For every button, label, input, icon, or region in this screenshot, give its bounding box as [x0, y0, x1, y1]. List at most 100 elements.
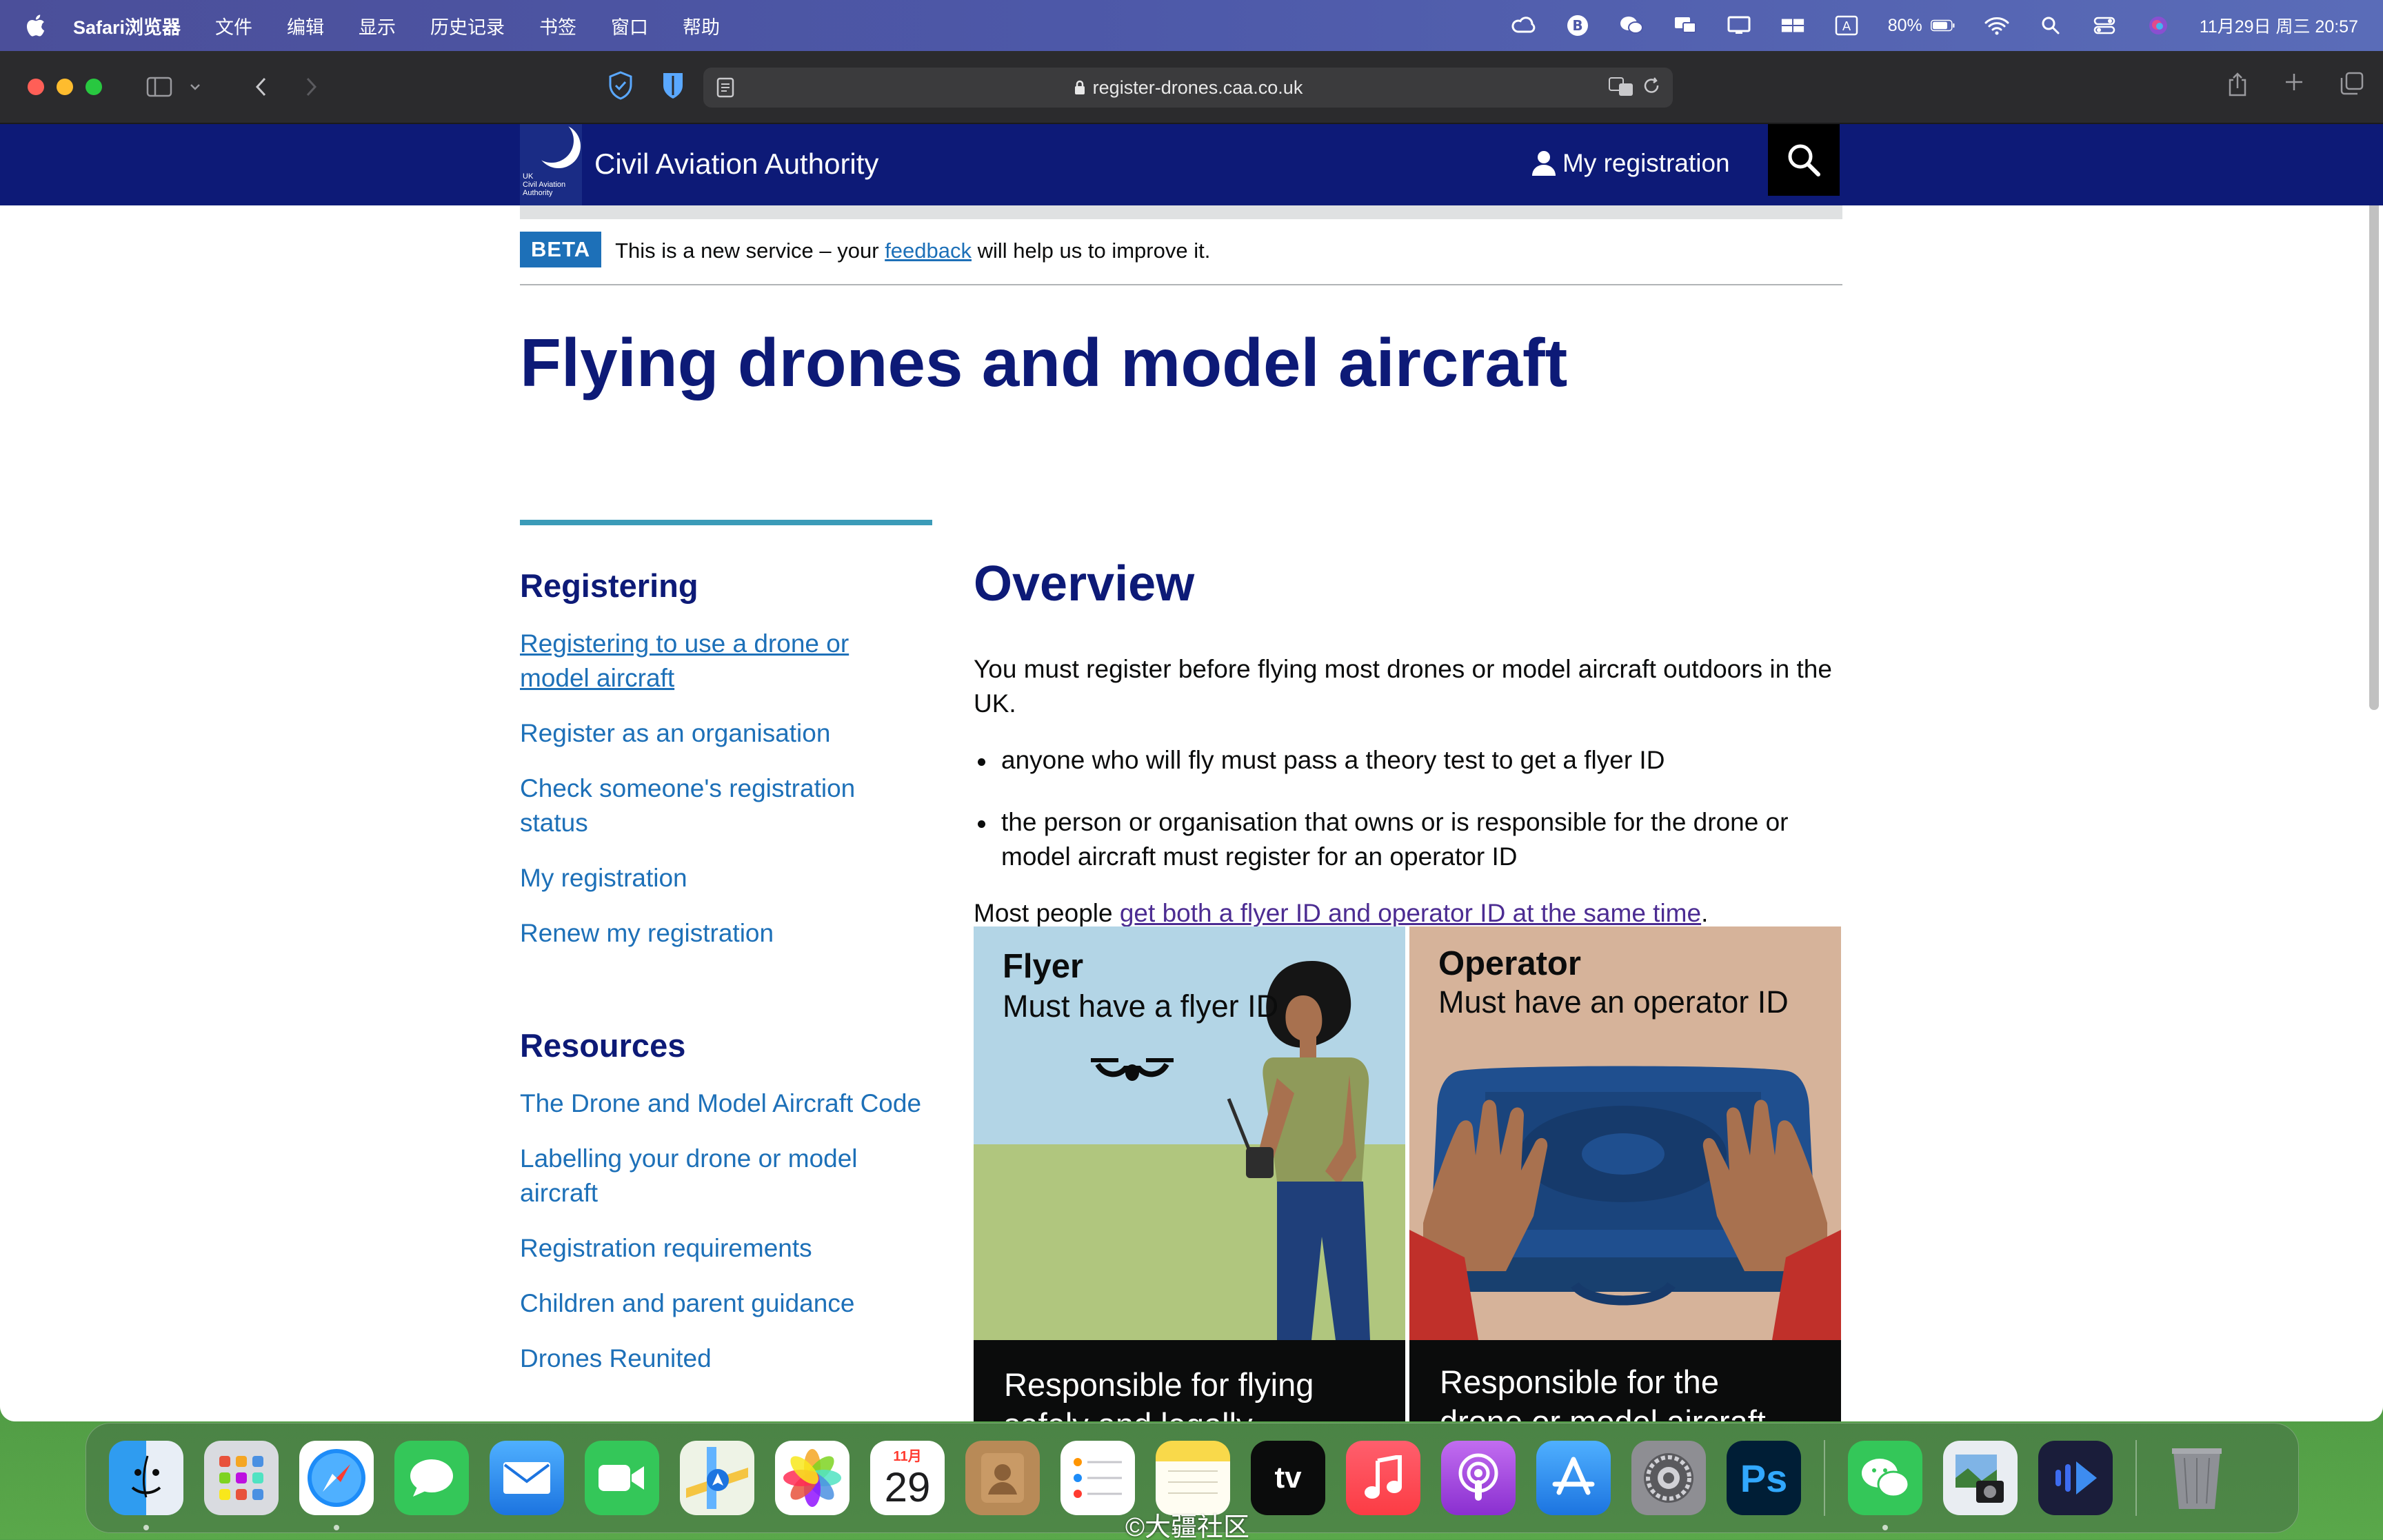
forward-icon[interactable]: [295, 71, 327, 103]
requirements-list: anyone who will fly must pass a theory t…: [974, 743, 1842, 874]
battery-percent: 80%: [1887, 15, 1922, 35]
sidebar-link-children-guidance[interactable]: Children and parent guidance: [520, 1286, 906, 1321]
wifi-icon[interactable]: [1984, 15, 2009, 36]
system-settings-icon[interactable]: [1631, 1441, 1706, 1515]
page-scrollbar[interactable]: [2369, 130, 2379, 710]
url-text: register-drones.caa.co.uk: [1092, 77, 1303, 98]
finder-icon[interactable]: [109, 1441, 183, 1530]
menu-edit[interactable]: 编辑: [287, 12, 324, 39]
wechat-icon[interactable]: [1848, 1441, 1922, 1530]
sidebar-nav: Registering Registering to use a drone o…: [520, 520, 932, 1397]
sidebar-link-check-status[interactable]: Check someone's registration status: [520, 771, 906, 840]
menu-app-name[interactable]: Safari浏览器: [73, 12, 181, 39]
sidebar-link-drone-code[interactable]: The Drone and Model Aircraft Code: [520, 1086, 934, 1121]
operator-title: Operator: [1438, 945, 1581, 982]
wechat-status-icon[interactable]: [1619, 15, 1644, 36]
drone-icon: [1091, 1058, 1174, 1081]
user-icon: [1532, 151, 1556, 176]
input-source-icon[interactable]: A: [1834, 15, 1859, 36]
battery-icon[interactable]: [1930, 15, 1955, 36]
address-bar[interactable]: register-drones.caa.co.uk: [703, 68, 1673, 108]
operator-card: Operator Must have an operator ID Respon…: [1409, 926, 1841, 1421]
app-store-icon[interactable]: [1536, 1441, 1611, 1515]
feedback-link[interactable]: feedback: [885, 239, 972, 263]
video-player-icon[interactable]: [2038, 1441, 2113, 1515]
menu-clock[interactable]: 11月29日 周三 20:57: [2200, 13, 2358, 38]
search-button[interactable]: [1768, 124, 1840, 196]
menu-help[interactable]: 帮助: [683, 12, 720, 39]
menu-view[interactable]: 显示: [359, 12, 396, 39]
sidebar-link-renew[interactable]: Renew my registration: [520, 916, 906, 951]
trash-icon[interactable]: [2160, 1441, 2234, 1515]
calendar-day: 29: [884, 1464, 931, 1510]
translate-icon[interactable]: [1608, 76, 1634, 98]
reload-icon[interactable]: [1642, 76, 1662, 98]
list-item: the person or organisation that owns or …: [974, 805, 1842, 874]
beta-banner: BETA This is a new service – your feedba…: [520, 232, 1842, 285]
back-icon[interactable]: [245, 71, 277, 103]
flyer-subtitle: Must have a flyer ID: [1003, 989, 1279, 1024]
reminders-icon[interactable]: [1060, 1441, 1135, 1515]
calendar-month: 11月: [893, 1449, 922, 1464]
get-both-ids-link[interactable]: get both a flyer ID and operator ID at t…: [1120, 899, 1701, 927]
share-icon[interactable]: [2227, 72, 2248, 98]
spotlight-search-icon[interactable]: [2038, 15, 2063, 36]
music-icon[interactable]: [1346, 1441, 1420, 1515]
safari-toolbar: register-drones.caa.co.uk: [0, 51, 2383, 124]
sidebar-link-register-organisation[interactable]: Register as an organisation: [520, 716, 906, 751]
siri-icon[interactable]: [2146, 15, 2171, 36]
most-people-paragraph: Most people get both a flyer ID and oper…: [974, 899, 1709, 927]
new-tab-icon[interactable]: [2284, 72, 2304, 92]
sidebar-link-requirements[interactable]: Registration requirements: [520, 1231, 906, 1266]
tab-group-chevron-icon[interactable]: [179, 71, 211, 103]
menu-bookmarks[interactable]: 书签: [539, 12, 576, 39]
sidebar-link-labelling[interactable]: Labelling your drone or model aircraft: [520, 1142, 906, 1210]
menu-window[interactable]: 窗口: [611, 12, 648, 39]
contacts-icon[interactable]: [965, 1441, 1040, 1515]
reader-mode-icon[interactable]: [716, 77, 735, 98]
sidebar-link-my-registration[interactable]: My registration: [520, 861, 906, 895]
stage-manager-icon[interactable]: [1780, 15, 1805, 36]
control-center-icon[interactable]: [2092, 15, 2117, 36]
sidebar-link-registering[interactable]: Registering to use a drone or model airc…: [520, 627, 906, 696]
site-title[interactable]: Civil Aviation Authority: [594, 148, 878, 181]
caa-logo[interactable]: UK Civil Aviation Authority: [520, 124, 582, 205]
display-sync-icon[interactable]: [1673, 15, 1698, 36]
zoom-window-button[interactable]: [86, 79, 102, 95]
notes-icon[interactable]: [1156, 1441, 1230, 1515]
safari-icon[interactable]: [299, 1441, 374, 1530]
podcasts-icon[interactable]: [1441, 1441, 1516, 1515]
apple-tv-icon[interactable]: tv: [1251, 1441, 1325, 1515]
header-divider: [520, 205, 1842, 219]
beta-tag: BETA: [520, 232, 602, 267]
facetime-icon[interactable]: [585, 1441, 659, 1515]
main-content: Overview You must register before flying…: [974, 556, 1842, 931]
preview-icon[interactable]: [1943, 1441, 2018, 1515]
launchpad-icon[interactable]: [204, 1441, 279, 1515]
privacy-report-icon[interactable]: [607, 70, 634, 101]
sidebar-link-drones-reunited[interactable]: Drones Reunited: [520, 1341, 906, 1376]
b-app-icon[interactable]: B: [1565, 15, 1590, 36]
maps-icon[interactable]: [680, 1441, 754, 1515]
my-registration-link[interactable]: My registration: [1531, 149, 1730, 178]
bitwarden-extension-icon[interactable]: [661, 70, 685, 101]
photos-icon[interactable]: [775, 1441, 849, 1515]
close-window-button[interactable]: [28, 79, 44, 95]
menu-history[interactable]: 历史记录: [430, 12, 505, 39]
calendar-icon[interactable]: 11月 29: [870, 1441, 945, 1515]
ps-label: Ps: [1740, 1456, 1788, 1500]
photoshop-icon[interactable]: Ps: [1727, 1441, 1801, 1515]
menu-file[interactable]: 文件: [215, 12, 252, 39]
resources-heading: Resources: [520, 1027, 686, 1064]
screen-mirroring-icon[interactable]: [1727, 15, 1751, 36]
sidebar-toggle-icon[interactable]: [143, 71, 175, 103]
toolbar-right-group: [2227, 72, 2364, 98]
messages-icon[interactable]: [394, 1441, 469, 1515]
flyer-operator-illustration: Flyer Must have a flyer ID Responsible f…: [974, 926, 1841, 1421]
creative-cloud-icon[interactable]: [1511, 15, 1536, 36]
apple-menu-icon[interactable]: [25, 14, 46, 37]
tab-overview-icon[interactable]: [2340, 72, 2364, 95]
mail-icon[interactable]: [490, 1441, 564, 1515]
beta-message: This is a new service – your feedback wi…: [615, 239, 1211, 263]
minimize-window-button[interactable]: [57, 79, 73, 95]
